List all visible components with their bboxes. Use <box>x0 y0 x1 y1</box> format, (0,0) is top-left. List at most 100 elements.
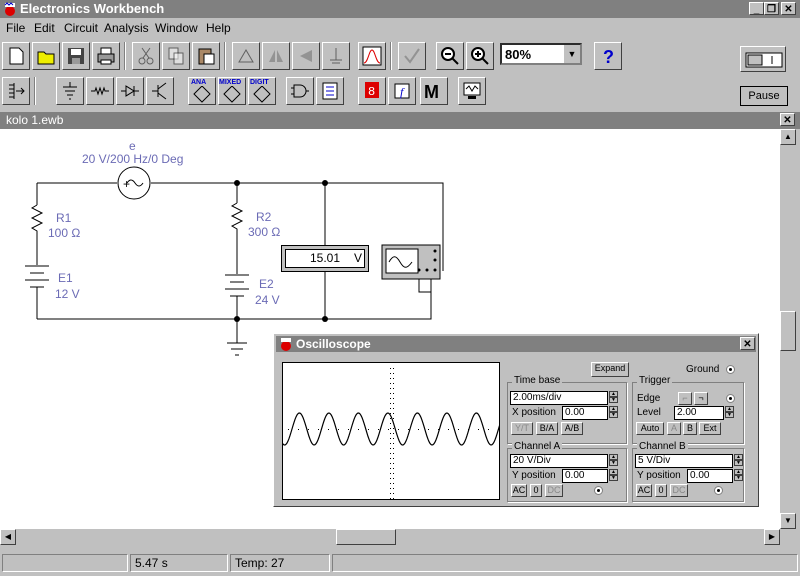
mode-yt-button[interactable]: Y/T <box>511 422 533 435</box>
open-button[interactable] <box>32 42 60 70</box>
print-button[interactable] <box>92 42 120 70</box>
voltmeter[interactable]: 15.01 V <box>281 245 369 272</box>
voltmeter-reading: 15.01 <box>310 251 341 265</box>
zoom-out-icon <box>441 47 459 65</box>
paste-clipboard-icon <box>198 48 215 65</box>
chevron-down-icon[interactable]: ▼ <box>563 45 580 63</box>
trigger-terminal[interactable] <box>726 394 735 403</box>
ypos-a-field[interactable]: 0.00 <box>562 469 608 483</box>
help-question-icon: ? <box>603 47 614 66</box>
digital-ic-bin-button[interactable]: DIGIT <box>248 77 276 105</box>
scrollbar-thumb[interactable] <box>780 311 796 351</box>
menu-analysis[interactable]: Analysis <box>104 21 149 35</box>
resistor-r2-symbol <box>230 183 244 274</box>
edge-rising-button[interactable]: ⌐ <box>678 392 692 405</box>
scroll-left-button[interactable]: ◀ <box>0 529 16 545</box>
instruments-bin-button[interactable] <box>458 77 486 105</box>
zoom-in-button[interactable] <box>466 42 494 70</box>
subcircuit-button[interactable] <box>398 42 426 70</box>
transistor-bin-button[interactable] <box>146 77 174 105</box>
minimize-button[interactable]: _ <box>749 2 764 15</box>
rotate-button[interactable] <box>232 42 260 70</box>
cut-button[interactable] <box>132 42 160 70</box>
channel-b-terminal[interactable] <box>714 486 723 495</box>
miscellaneous-bin-button[interactable]: M <box>420 77 448 105</box>
mixed-ic-bin-button[interactable]: MIXED <box>218 77 246 105</box>
zoom-select[interactable]: 80% ▼ <box>500 43 582 65</box>
expand-button[interactable]: Expand <box>591 362 629 377</box>
resistor-bin-button[interactable] <box>86 77 114 105</box>
channel-a-terminal[interactable] <box>594 486 603 495</box>
svg-text:+: + <box>123 177 130 191</box>
svg-text:?: ? <box>603 47 614 66</box>
help-button[interactable]: ? <box>594 42 622 70</box>
timebase-field[interactable]: 2.00ms/div <box>510 391 608 405</box>
trigger-auto-button[interactable]: Auto <box>636 422 664 435</box>
ground-terminal[interactable] <box>726 365 735 374</box>
power-switch[interactable] <box>740 46 786 72</box>
basic-components-button[interactable] <box>56 77 84 105</box>
trigger-a-button[interactable]: A <box>667 422 681 435</box>
vertical-scrollbar[interactable]: ▲ ▼ <box>780 129 797 529</box>
scissors-icon <box>138 47 154 65</box>
mode-ab-button[interactable]: A/B <box>561 422 583 435</box>
ypos-b-spinner[interactable]: ▲ ▼ <box>734 469 743 483</box>
open-folder-icon <box>37 51 55 65</box>
channel-a-ac-button[interactable]: AC <box>511 484 527 497</box>
ypos-a-spinner[interactable]: ▲ ▼ <box>609 469 618 483</box>
flip-horizontal-icon <box>269 50 283 62</box>
channel-b-zero-button[interactable]: 0 <box>655 484 667 497</box>
analysis-graphs-button[interactable] <box>358 42 386 70</box>
zoom-out-button[interactable] <box>436 42 464 70</box>
pause-button[interactable]: Pause <box>740 86 788 106</box>
flip-vertical-button[interactable] <box>292 42 320 70</box>
scroll-down-button[interactable]: ▼ <box>780 513 796 529</box>
sources-bin-button[interactable] <box>2 77 30 105</box>
menu-file[interactable]: File <box>6 21 25 35</box>
channel-a-zero-button[interactable]: 0 <box>530 484 542 497</box>
channel-a-dc-button[interactable]: DC <box>545 484 563 497</box>
trigger-ext-button[interactable]: Ext <box>699 422 721 435</box>
digital-bin-button[interactable] <box>316 77 344 105</box>
xpos-field[interactable]: 0.00 <box>562 406 608 420</box>
scroll-up-button[interactable]: ▲ <box>780 129 796 145</box>
ypos-b-field[interactable]: 0.00 <box>687 469 733 483</box>
trigger-b-button[interactable]: B <box>683 422 697 435</box>
channel-b-dc-button[interactable]: DC <box>670 484 688 497</box>
diode-bin-button[interactable] <box>116 77 144 105</box>
channel-a-scale-spinner[interactable]: ▲ ▼ <box>609 454 618 468</box>
restore-button[interactable]: ❐ <box>764 2 779 15</box>
controls-bin-button[interactable]: f <box>388 77 416 105</box>
scroll-right-button[interactable]: ▶ <box>764 529 780 545</box>
channel-b-ac-button[interactable]: AC <box>636 484 652 497</box>
menu-help[interactable]: Help <box>206 21 231 35</box>
h-scrollbar-thumb[interactable] <box>336 529 396 545</box>
level-spinner[interactable]: ▲ ▼ <box>725 406 734 420</box>
channel-b-scale-field[interactable]: 5 V/Div <box>635 454 733 468</box>
flip-horizontal-button[interactable] <box>262 42 290 70</box>
document-title: kolo 1.ewb <box>6 113 64 127</box>
level-field[interactable]: 2.00 <box>674 406 724 420</box>
analog-ic-bin-button[interactable]: ANA <box>188 77 216 105</box>
menu-circuit[interactable]: Circuit <box>64 21 98 35</box>
indicators-bin-button[interactable]: 8 <box>358 77 386 105</box>
channel-b-scale-spinner[interactable]: ▲ ▼ <box>734 454 743 468</box>
component-properties-button[interactable] <box>322 42 350 70</box>
channel-a-scale-field[interactable]: 20 V/Div <box>510 454 608 468</box>
menu-edit[interactable]: Edit <box>34 21 55 35</box>
oscilloscope-close-button[interactable]: ✕ <box>740 337 755 350</box>
menu-window[interactable]: Window <box>155 21 198 35</box>
document-close-button[interactable]: ✕ <box>780 113 795 126</box>
new-button[interactable] <box>2 42 30 70</box>
horizontal-scrollbar[interactable]: ◀ ▶ <box>0 529 780 546</box>
save-button[interactable] <box>62 42 90 70</box>
timebase-spinner[interactable]: ▲ ▼ <box>609 391 618 405</box>
edge-falling-button[interactable]: ¬ <box>694 392 708 405</box>
copy-button[interactable] <box>162 42 190 70</box>
mode-ba-button[interactable]: B/A <box>536 422 558 435</box>
logic-gates-bin-button[interactable] <box>286 77 314 105</box>
close-button[interactable]: ✕ <box>781 2 796 15</box>
paste-button[interactable] <box>192 42 220 70</box>
oscilloscope-window[interactable]: Oscilloscope ✕ Expand Ground Time base 2… <box>273 333 759 507</box>
xpos-spinner[interactable]: ▲ ▼ <box>609 406 618 420</box>
